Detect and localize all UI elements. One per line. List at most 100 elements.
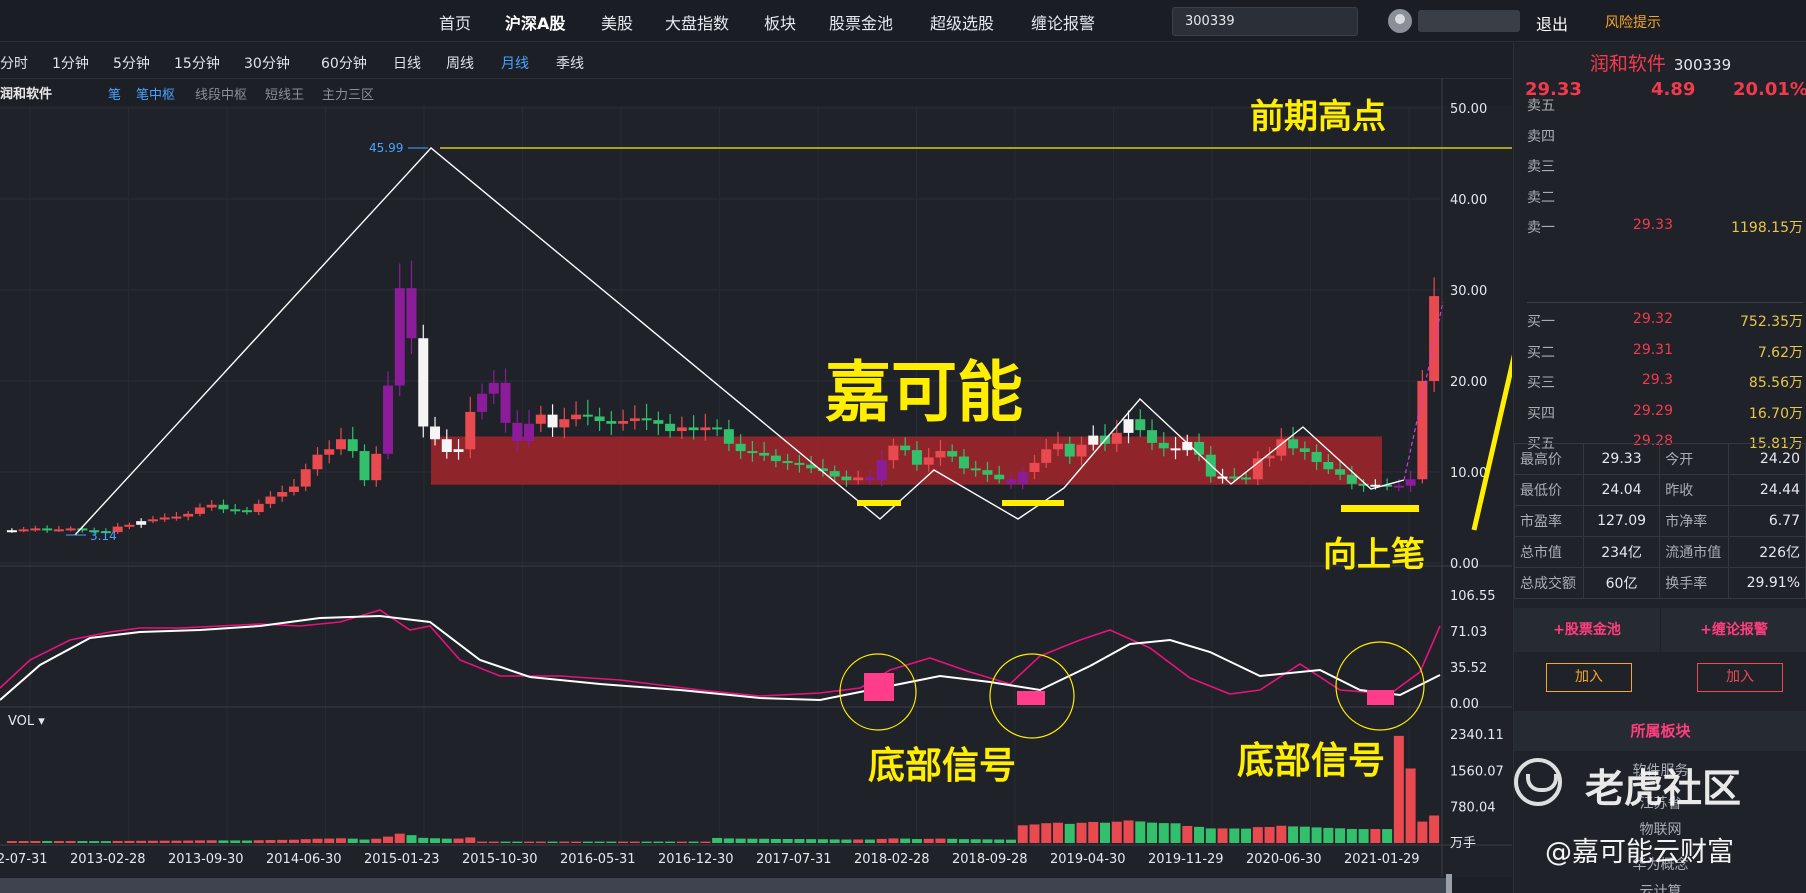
chan-alarm-tab[interactable]: +缠论报警 [1661,608,1806,652]
kline-chart[interactable]: 0.00 10.00 20.00 30.00 40.00 50.00 0.00 35.52 71… [0,0,1512,893]
sector-item[interactable]: 云计算 [1514,881,1806,893]
logout-link[interactable]: 退出 [1536,11,1568,35]
app-root: 首页 沪深A股 美股 大盘指数 板块 股票金池 超级选股 缠论报警 退出 风险提… [0,0,1806,893]
candle-body [900,445,911,451]
volume-bar [1429,815,1440,843]
x-axis-label: 2020-06-30 [1246,852,1322,867]
order-book-label: 买一 [1527,314,1555,330]
volume-bar [1299,826,1310,843]
buy-bar-3 [1341,505,1419,512]
volume-bar [547,841,558,843]
x-axis-label: 2013-02-28 [70,852,146,867]
order-book-price: 29.33 [1632,217,1673,233]
volume-bar [477,841,488,843]
volume-bar [641,841,652,843]
volume-bar [1111,821,1122,843]
order-book-label: 买二 [1527,344,1555,361]
candle-body [1241,477,1252,480]
jiakeneng-annotation: 嘉可能 [825,354,1023,431]
x-axis-label: 2021-01-29 [1344,852,1420,867]
stat-key: 最低价 [1514,474,1584,506]
watermark-subtext: @嘉可能云财富 [1545,837,1734,868]
order-book-label: 卖五 [1527,98,1555,114]
volume-bar [594,841,605,843]
order-book-volume: 752.35万 [1740,314,1803,330]
candle-body [1111,432,1122,444]
add-alarm-button[interactable]: 加入 [1697,663,1783,692]
price-axis-label: 20.00 [1450,375,1487,390]
vol-axis-label: 1560.07 [1450,764,1504,779]
volume-bar [1323,827,1334,843]
x-axis-label: 2016-05-31 [560,852,636,867]
stat-value: 29.91% [1728,567,1806,599]
stock-pool-tab[interactable]: +股票金池 [1514,608,1660,652]
volume-bar [1370,829,1381,843]
volume-bar [183,840,194,843]
candle-body [371,453,382,481]
x-axis-label: 2015-10-30 [462,852,538,867]
order-book-price: 29.3 [1641,372,1673,388]
stat-key: 流通市值 [1659,536,1730,568]
candle-body [794,462,805,465]
volume-bar [900,838,911,843]
candle-body [606,421,617,424]
candle-body [1299,448,1310,452]
candle-body [712,427,723,430]
candle-body [18,529,29,532]
volume-bar [359,839,370,843]
volume-bar [65,841,76,843]
candle-body [629,418,640,422]
add-to-pool-button[interactable]: 加入 [1546,663,1632,692]
volume-bar [1182,825,1193,843]
candle-body [876,460,887,481]
risk-warning-link[interactable]: 风险提示 [1605,12,1661,32]
stats-table: 最高价 29.33 今开 24.20 最低价 24.04 昨收 24.44 市盈率 127.09 市… [1514,443,1806,599]
volume-bar [194,840,205,843]
chart-scrollbar[interactable] [0,878,1450,893]
volume-bar [1147,822,1158,843]
candle-body [653,420,664,424]
candle-body [430,426,441,440]
candle-body [206,504,217,508]
volume-bar [970,839,981,843]
candle-body [159,517,170,520]
volume-bar [888,838,899,843]
volume-bar [1264,826,1275,843]
x-axis-label: 2012-07-31 [0,852,48,867]
order-book-divider [1527,302,1803,303]
volume-bar [1194,826,1205,843]
volume-bar [206,840,217,843]
candle-body [1429,296,1440,381]
scrollbar-handle[interactable] [1446,874,1452,893]
macd-axis-label: 0.00 [1450,697,1479,712]
volume-bar [571,841,582,843]
candle-body [312,454,323,470]
volume-bar [159,840,170,843]
volume-bar [430,838,441,843]
candle-body [1088,435,1099,445]
stat-value: 127.09 [1582,505,1661,537]
stat-key: 今开 [1659,443,1730,475]
candle-body [1323,461,1334,470]
candle-body [65,528,76,531]
candle-body [747,451,758,454]
stat-value: 24.20 [1728,443,1806,475]
order-book-label: 卖四 [1527,128,1555,145]
order-book-price: 29.29 [1632,402,1673,419]
candle-body [829,471,840,477]
volume-bar [512,841,523,843]
candle-body [394,288,405,386]
macd-signal-bar [1017,691,1045,705]
volume-bar [500,841,511,843]
volume-bar [535,841,546,843]
stat-key: 换手率 [1659,567,1730,599]
volume-bar [441,838,452,843]
volume-bar [335,838,346,843]
order-book-row: 买一 29.32 752.35万 [1527,305,1803,335]
candle-body [500,382,511,423]
volume-bar [253,840,264,843]
vol-axis-label: 2340.11 [1450,728,1504,743]
candle-body [383,385,394,454]
volume-bar [735,838,746,843]
volume-bar [1229,828,1240,843]
